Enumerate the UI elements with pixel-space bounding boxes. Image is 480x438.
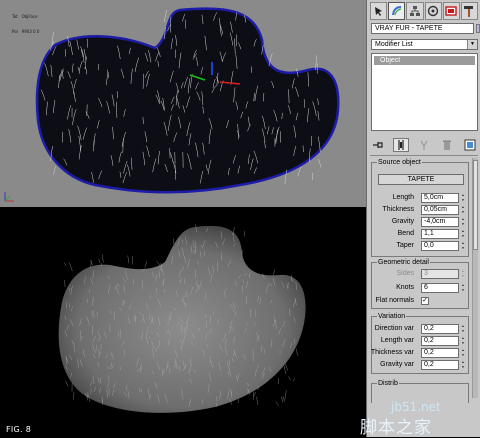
display-icon <box>445 6 457 16</box>
configure-sets-button[interactable] <box>462 138 478 152</box>
param-label: Thickness var <box>370 349 414 356</box>
param-label: Length var <box>380 337 414 344</box>
spinner[interactable]: ▲ ▼ <box>460 336 466 346</box>
spinner[interactable]: ▲ ▼ <box>460 193 466 203</box>
hammer-icon <box>464 6 474 17</box>
thickness-field[interactable]: 0,05cm <box>421 205 459 215</box>
thickness-var-field[interactable]: 0,2 <box>421 348 459 358</box>
sides-field: 3 <box>421 269 459 279</box>
show-end-result-icon <box>398 140 404 150</box>
param-sides-row: Sides 3 ▲ ▼ <box>372 269 468 279</box>
motion-tab[interactable] <box>424 2 442 20</box>
rendered-viewport <box>0 207 366 437</box>
create-tab[interactable] <box>370 2 388 20</box>
rollout-title: Variation <box>377 312 407 321</box>
hierarchy-icon <box>409 6 420 16</box>
panel-scrollbar[interactable] <box>472 158 478 398</box>
modifier-stack[interactable]: Object <box>371 53 478 131</box>
rollout-title: Source object <box>377 158 422 167</box>
rollout-title: Geometric detail <box>377 258 430 267</box>
modify-tab[interactable] <box>388 2 406 20</box>
object-name-field[interactable]: VRAY FUR - TAPETE <box>371 23 474 34</box>
viewport-statistics: Tot ObjFace Pol 9903 0 0 <box>12 14 40 34</box>
spinner[interactable]: ▲ ▼ <box>460 229 466 239</box>
direction-var-field[interactable]: 0,2 <box>421 324 459 334</box>
length-field[interactable]: 5,0cm <box>421 193 459 203</box>
spinner[interactable]: ▲ ▼ <box>460 205 466 215</box>
stack-tools <box>370 137 478 153</box>
hierarchy-tab[interactable] <box>406 2 424 20</box>
display-tab[interactable] <box>442 2 460 20</box>
cursor-star-icon <box>374 7 382 16</box>
param-label: Sides <box>396 270 414 277</box>
param-length-var-row: Length var 0,2 ▲ ▼ <box>372 336 468 346</box>
param-label: Gravity var <box>380 361 414 368</box>
flat-normals-checkbox[interactable]: ✓ <box>421 297 429 305</box>
param-label: Knots <box>396 284 414 291</box>
spinner[interactable]: ▲ ▼ <box>460 348 466 358</box>
gravity-field[interactable]: -4,0cm <box>421 217 459 227</box>
spinner[interactable]: ▲ ▼ <box>460 283 466 293</box>
param-taper-row: Taper 0,0 ▲ ▼ <box>372 241 468 251</box>
trash-icon <box>443 140 451 150</box>
param-flat-normals-row: Flat normals ✓ <box>372 296 468 306</box>
source-object-rollout: Source object TAPETE Length 5,0cm ▲ ▼ Thi… <box>371 158 469 257</box>
modifier-list-label: Modifier List <box>375 41 413 48</box>
utilities-tab[interactable] <box>460 2 479 20</box>
length-var-field[interactable]: 0,2 <box>421 336 459 346</box>
command-panel: VRAY FUR - TAPETE Modifier List ▼ Object… <box>366 0 480 437</box>
param-label: Gravity <box>391 218 414 225</box>
fur-carpet-render-image <box>58 223 306 413</box>
param-direction-var-row: Direction var 0,2 ▲ ▼ <box>372 324 468 334</box>
motion-icon <box>427 5 439 17</box>
param-gravity-var-row: Gravity var 0,2 ▲ ▼ <box>372 360 468 370</box>
spinner[interactable]: ▲ ▼ <box>460 217 466 227</box>
param-bend-row: Bend 1,1 ▲ ▼ <box>372 229 468 239</box>
spinner[interactable]: ▲ ▼ <box>460 241 466 251</box>
pin-icon <box>373 142 383 148</box>
rainbow-bend-icon <box>391 6 401 16</box>
command-panel-tabs <box>370 2 479 20</box>
gravity-var-field[interactable]: 0,2 <box>421 360 459 370</box>
param-thickness-row: Thickness 0,05cm ▲ ▼ <box>372 205 468 215</box>
param-knots-row: Knots 6 ▲ ▼ <box>372 283 468 293</box>
modifier-list-dropdown[interactable]: Modifier List ▼ <box>371 39 478 50</box>
scrollbar-thumb[interactable] <box>473 160 478 250</box>
configure-icon <box>464 139 476 151</box>
param-label: Thickness <box>382 206 414 213</box>
figure-label: FIG. 8 <box>6 425 32 434</box>
param-label: Bend <box>397 230 414 237</box>
pin-stack-button[interactable] <box>370 138 386 152</box>
knots-field[interactable]: 6 <box>421 283 459 293</box>
param-label: Length <box>392 194 414 201</box>
param-label: Direction var <box>374 325 414 332</box>
bend-field[interactable]: 1,1 <box>421 229 459 239</box>
divider <box>370 155 478 156</box>
object-color-swatch[interactable] <box>476 24 480 33</box>
param-label: Flat normals <box>375 297 414 304</box>
make-unique-button[interactable] <box>416 138 432 152</box>
spinner: ▲ ▼ <box>461 269 465 278</box>
taper-field[interactable]: 0,0 <box>421 241 459 251</box>
watermark-text: 脚本之家 <box>360 418 432 438</box>
param-thickness-var-row: Thickness var 0,2 ▲ ▼ <box>370 348 468 358</box>
chevron-down-icon: ▼ <box>467 40 477 49</box>
geometric-detail-rollout: Geometric detail Sides 3 ▲ ▼ Knots 6 ▲ ▼ F… <box>371 258 469 309</box>
source-object-button[interactable]: TAPETE <box>378 174 464 185</box>
remove-modifier-button[interactable] <box>439 138 455 152</box>
stack-item-object[interactable]: Object <box>374 56 475 65</box>
param-gravity-row: Gravity -4,0cm ▲ ▼ <box>372 217 468 227</box>
variation-rollout: Variation Direction var 0,2 ▲ ▼ Length va… <box>370 312 469 374</box>
perspective-viewport[interactable]: Tot ObjFace Pol 9903 0 0 <box>0 0 366 207</box>
watermark-url: jb51.net <box>391 400 441 414</box>
fur-carpet-viewport-render <box>35 7 340 194</box>
make-unique-icon <box>420 140 428 150</box>
spinner[interactable]: ▲ ▼ <box>460 360 466 370</box>
rollout-title: Distrib <box>377 379 399 388</box>
param-label: Taper <box>396 242 414 249</box>
param-length-row: Length 5,0cm ▲ ▼ <box>372 193 468 203</box>
show-end-result-button[interactable] <box>393 138 409 152</box>
spinner[interactable]: ▲ ▼ <box>460 324 466 334</box>
world-axis-icon <box>4 192 14 202</box>
